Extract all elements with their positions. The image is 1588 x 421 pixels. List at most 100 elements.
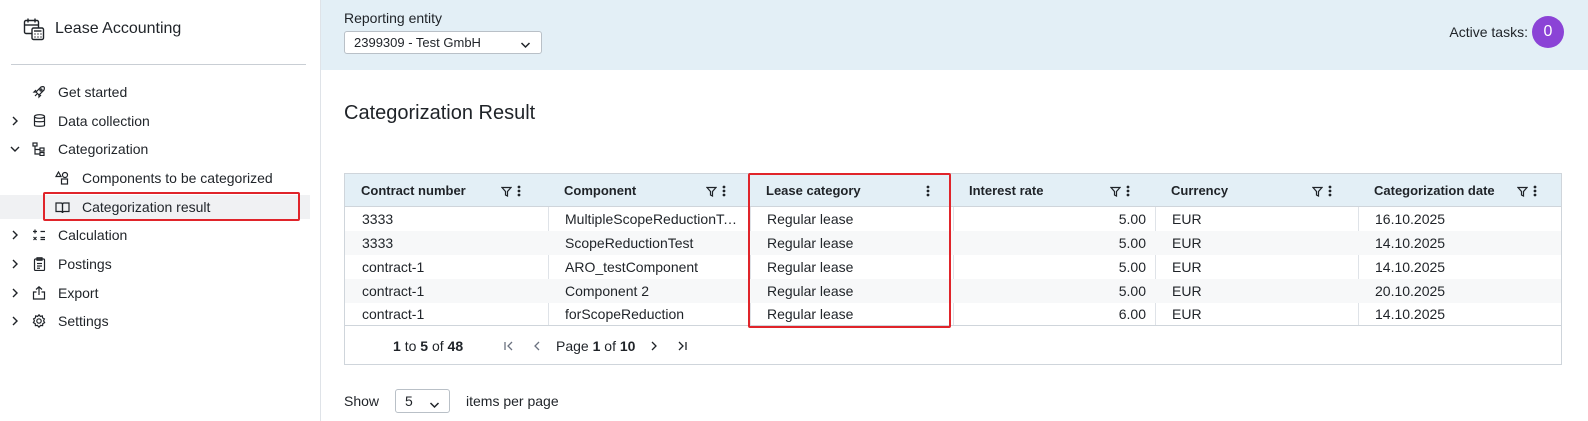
chevron-right-icon[interactable] xyxy=(9,315,21,327)
cell-contract-number: contract-1 xyxy=(362,306,425,322)
previous-page-icon[interactable] xyxy=(530,339,544,353)
sidebar-item-label: Components to be categorized xyxy=(82,170,273,186)
page-title: Categorization Result xyxy=(344,102,536,124)
cell-component: ARO_testComponent xyxy=(565,259,699,275)
cell-interest-rate: 5.00 xyxy=(1118,259,1146,275)
chevron-right-icon[interactable] xyxy=(9,115,21,127)
sidebar-item-settings[interactable]: Settings xyxy=(0,309,310,333)
first-page-icon[interactable] xyxy=(502,339,516,353)
cell-interest-rate: 5.00 xyxy=(1118,211,1146,227)
sidebar-item-postings[interactable]: Postings xyxy=(0,252,310,276)
chevron-right-icon[interactable] xyxy=(9,287,21,299)
next-page-icon[interactable] xyxy=(647,339,661,353)
filter-icon[interactable] xyxy=(1110,186,1121,197)
cell-categorization-date: 20.10.2025 xyxy=(1375,283,1446,299)
last-page-icon[interactable] xyxy=(675,339,689,353)
column-header-interest-rate[interactable]: Interest rate xyxy=(953,174,1155,207)
pagination-range: 1 to 5 of 48 xyxy=(393,338,464,354)
cell-categorization-date: 14.10.2025 xyxy=(1375,235,1446,251)
more-vertical-icon[interactable] xyxy=(722,185,726,197)
cell-contract-number: 3333 xyxy=(362,211,394,227)
cell-contract-number: contract-1 xyxy=(362,283,425,299)
sidebar-item-label: Categorization xyxy=(58,141,149,157)
sidebar-item-label: Calculation xyxy=(58,227,128,243)
calculator-icon xyxy=(31,227,47,243)
page-size-value: 5 xyxy=(405,393,413,409)
active-tasks-badge[interactable]: 0 xyxy=(1532,16,1564,48)
cell-lease-category: Regular lease xyxy=(767,283,854,299)
sidebar-item-export[interactable]: Export xyxy=(0,281,310,305)
reporting-entity-value: 2399309 - Test GmbH xyxy=(354,35,481,50)
rocket-icon xyxy=(31,84,47,100)
column-header-contract-number[interactable]: Contract number xyxy=(345,174,548,207)
page-size-select[interactable]: 5 xyxy=(395,389,450,413)
database-icon xyxy=(31,113,47,129)
column-header-component[interactable]: Component xyxy=(548,174,750,207)
cell-currency: EUR xyxy=(1172,259,1202,275)
clipboard-icon xyxy=(31,256,47,272)
show-label: Show xyxy=(344,393,380,409)
sidebar-item-label: Export xyxy=(58,285,99,301)
sidebar-item-label: Get started xyxy=(58,84,128,100)
column-header-currency[interactable]: Currency xyxy=(1155,174,1358,207)
sidebar-item-data-collection[interactable]: Data collection xyxy=(0,109,310,133)
chevron-right-icon[interactable] xyxy=(9,258,21,270)
chevron-down-icon xyxy=(520,37,531,52)
sidebar-item-get-started[interactable]: Get started xyxy=(0,80,310,104)
chevron-right-icon[interactable] xyxy=(9,229,21,241)
sidebar-item-categorization-result[interactable]: Categorization result xyxy=(0,195,310,219)
cell-contract-number: contract-1 xyxy=(362,259,425,275)
sidebar: Lease Accounting Get started Data collec… xyxy=(0,0,321,421)
cell-component: MultipleScopeReductionTest xyxy=(565,211,738,227)
table-row[interactable]: contract-1 Component 2 Regular lease 5.0… xyxy=(345,279,1561,303)
cell-lease-category: Regular lease xyxy=(767,235,854,251)
cell-currency: EUR xyxy=(1172,283,1202,299)
app-root: Lease Accounting Get started Data collec… xyxy=(0,0,1588,421)
chevron-down-icon xyxy=(429,396,440,412)
cell-component: Component 2 xyxy=(565,283,650,299)
cell-component: ScopeReductionTest xyxy=(565,235,694,251)
more-vertical-icon[interactable] xyxy=(1533,185,1537,197)
sidebar-item-calculation[interactable]: Calculation xyxy=(0,223,310,247)
cell-interest-rate: 5.00 xyxy=(1118,235,1146,251)
sidebar-item-label: Data collection xyxy=(58,113,150,129)
header-bar: Reporting entity 2399309 - Test GmbH Act… xyxy=(321,0,1588,70)
filter-icon[interactable] xyxy=(1312,186,1323,197)
table-header: Contract number Component Lease category xyxy=(345,174,1561,207)
pagination-bar: 1 to 5 of 48 Page 1 of 10 xyxy=(345,325,1561,365)
more-vertical-icon[interactable] xyxy=(517,185,521,197)
cell-categorization-date: 14.10.2025 xyxy=(1375,259,1446,275)
reporting-entity-select[interactable]: 2399309 - Test GmbH xyxy=(344,31,542,54)
more-vertical-icon[interactable] xyxy=(1328,185,1332,197)
filter-icon[interactable] xyxy=(1517,186,1528,197)
cell-lease-category: Regular lease xyxy=(767,259,854,275)
cell-lease-category: Regular lease xyxy=(767,306,854,322)
brand: Lease Accounting xyxy=(22,16,181,42)
active-tasks-label: Active tasks: xyxy=(1449,24,1528,40)
sidebar-item-components-to-be-categorized[interactable]: Components to be categorized xyxy=(0,166,310,190)
cell-currency: EUR xyxy=(1172,235,1202,251)
chevron-down-icon[interactable] xyxy=(9,143,21,155)
filter-icon[interactable] xyxy=(501,186,512,197)
gear-icon xyxy=(31,313,47,329)
cell-currency: EUR xyxy=(1172,306,1202,322)
column-header-lease-category[interactable]: Lease category xyxy=(750,174,953,207)
cell-categorization-date: 16.10.2025 xyxy=(1375,211,1446,227)
table-row[interactable]: 3333 MultipleScopeReductionTest Regular … xyxy=(345,207,1561,231)
reporting-entity-label: Reporting entity xyxy=(344,10,443,26)
export-icon xyxy=(31,285,47,301)
column-header-categorization-date[interactable]: Categorization date xyxy=(1358,174,1561,207)
table-row[interactable]: contract-1 ARO_testComponent Regular lea… xyxy=(345,255,1561,279)
more-vertical-icon[interactable] xyxy=(1126,185,1130,197)
cell-interest-rate: 5.00 xyxy=(1118,283,1146,299)
filter-icon[interactable] xyxy=(706,186,717,197)
more-vertical-icon[interactable] xyxy=(926,185,930,197)
pagination-page: Page 1 of 10 xyxy=(556,338,636,354)
results-table: Contract number Component Lease category xyxy=(344,173,1562,365)
sidebar-item-categorization[interactable]: Categorization xyxy=(0,137,310,161)
table-row[interactable]: 3333 ScopeReductionTest Regular lease 5.… xyxy=(345,231,1561,255)
table-row[interactable]: contract-1 forScopeReduction Regular lea… xyxy=(345,302,1561,326)
book-icon xyxy=(54,199,70,215)
hierarchy-icon xyxy=(31,141,47,157)
app-title: Lease Accounting xyxy=(55,20,182,37)
